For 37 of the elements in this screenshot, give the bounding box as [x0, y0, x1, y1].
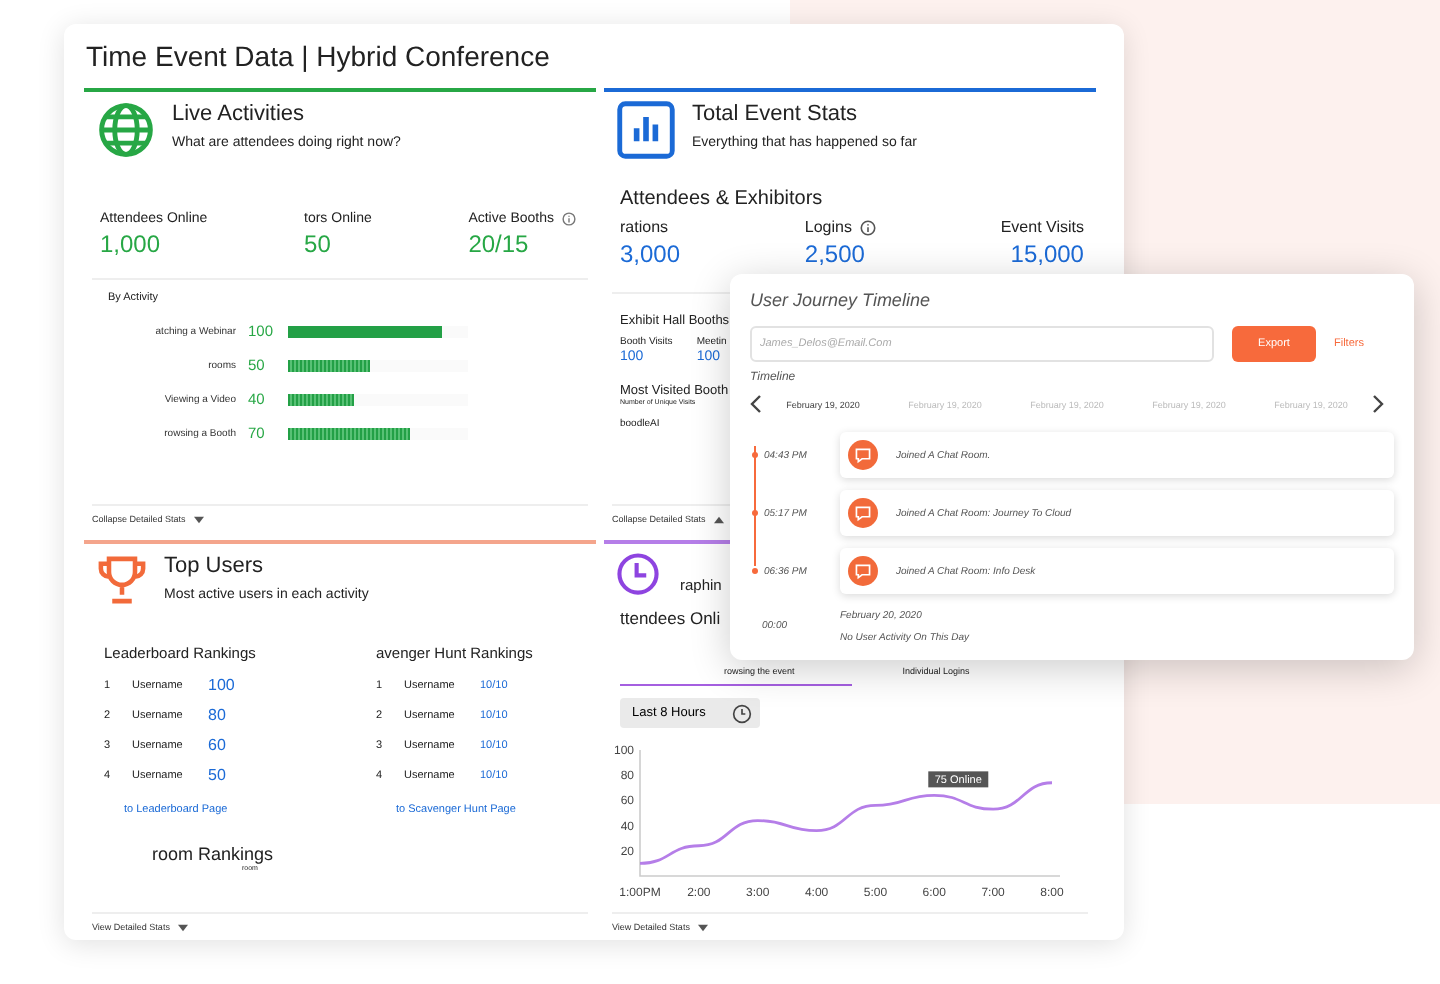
trophy-icon	[96, 552, 148, 608]
clock-icon	[616, 552, 660, 596]
panel-title: Live Activities	[172, 102, 307, 126]
stat-label: Logins	[804, 218, 852, 236]
stat-value: 1,000	[100, 230, 163, 258]
stat-label: rations	[620, 218, 669, 236]
chevron-left-icon[interactable]	[750, 394, 762, 414]
score: 60	[208, 736, 226, 754]
section-title: room Rankings	[152, 844, 274, 864]
stat-value: 2,500	[804, 240, 867, 268]
dashboard-title: Time Event Data | Hybrid Conference	[84, 40, 552, 76]
score: 100	[208, 676, 235, 694]
clock-icon	[732, 703, 752, 723]
stat-value: 3,000	[620, 240, 681, 268]
globe-icon	[96, 100, 156, 160]
caret-icon	[177, 923, 188, 931]
caret-icon	[697, 923, 708, 931]
score: 50	[208, 766, 226, 784]
popup-title: User Journey Timeline	[750, 290, 932, 310]
panel-title: Total Event Stats	[692, 102, 860, 126]
chat-icon	[848, 440, 878, 470]
chat-icon	[848, 556, 878, 586]
stat-label: Event Visits	[1000, 218, 1084, 236]
stat-value: 15,000	[1008, 240, 1084, 268]
chat-icon	[848, 498, 878, 528]
stat-value: 20/15	[468, 230, 531, 258]
section-title: Attendees & Exhibitors	[618, 188, 823, 210]
info-icon	[859, 219, 876, 235]
attendees-online-tab[interactable]: ttendees Onli	[620, 608, 721, 628]
panel-title: Top Users	[164, 554, 266, 578]
caret-icon	[193, 515, 204, 523]
info-icon	[562, 212, 576, 226]
score: 80	[208, 706, 226, 724]
stat-value: 50	[304, 230, 333, 258]
bar-chart-icon	[616, 100, 676, 160]
caret-icon	[713, 515, 724, 523]
chevron-right-icon[interactable]	[1372, 394, 1384, 414]
